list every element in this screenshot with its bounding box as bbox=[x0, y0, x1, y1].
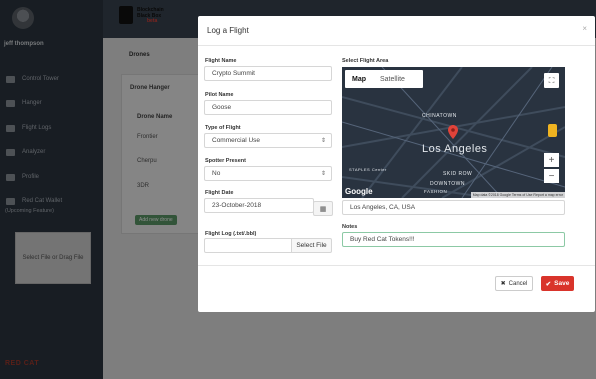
google-logo: Google bbox=[345, 187, 373, 196]
pilot-name-input[interactable]: Goose bbox=[204, 100, 332, 115]
select-caret-icon: ⇕ bbox=[320, 171, 326, 177]
select-caret-icon: ⇕ bbox=[320, 138, 326, 144]
fullscreen-icon[interactable]: ⛶ bbox=[544, 73, 559, 88]
save-button[interactable]: ✔ Save bbox=[541, 276, 574, 291]
notes-label: Notes bbox=[342, 224, 358, 230]
map-label-city: Los Angeles bbox=[422, 143, 488, 155]
flight-date-label: Flight Date bbox=[205, 190, 234, 196]
map-pin-icon[interactable] bbox=[448, 125, 458, 139]
map-label-skid-row: SKID ROW bbox=[443, 171, 473, 177]
zoom-out-button[interactable]: − bbox=[544, 169, 559, 183]
flight-name-input[interactable]: Crypto Summit bbox=[204, 66, 332, 81]
flight-log-input[interactable] bbox=[204, 238, 292, 253]
flight-area-map[interactable]: Map Satellite ⛶ + − CHINATOWN Los Angele… bbox=[342, 67, 565, 198]
tab-satellite[interactable]: Satellite bbox=[373, 70, 412, 88]
pilot-name-label: Pilot Name bbox=[205, 92, 234, 98]
close-icon: ✖ bbox=[500, 281, 506, 287]
save-label: Save bbox=[554, 280, 570, 287]
modal-title: Log a Flight bbox=[207, 26, 249, 35]
flight-type-select[interactable]: Commercial Use ⇕ bbox=[204, 133, 332, 148]
calendar-icon[interactable]: ▦ bbox=[313, 201, 333, 216]
flight-date-input[interactable]: 23-October-2018 bbox=[204, 198, 314, 213]
tab-map[interactable]: Map bbox=[345, 70, 373, 88]
check-icon: ✔ bbox=[545, 280, 552, 288]
flight-area-label: Select Flight Area bbox=[342, 58, 389, 64]
cancel-button[interactable]: ✖ Cancel bbox=[495, 276, 533, 291]
location-input[interactable]: Los Angeles, CA, USA bbox=[342, 200, 565, 215]
zoom-in-button[interactable]: + bbox=[544, 153, 559, 167]
flight-name-label: Flight Name bbox=[205, 58, 237, 64]
cancel-label: Cancel bbox=[508, 280, 528, 287]
map-type-tabs: Map Satellite bbox=[345, 70, 423, 88]
map-attribution[interactable]: Map data ©2018 Google Terms of Use Repor… bbox=[470, 192, 565, 198]
flight-type-label: Type of Flight bbox=[205, 125, 241, 131]
select-file-button[interactable]: Select File bbox=[292, 238, 332, 253]
log-flight-modal: Log a Flight × Flight Name Crypto Summit… bbox=[198, 16, 595, 312]
divider bbox=[198, 265, 595, 266]
map-label-staples: STAPLES Center bbox=[349, 167, 387, 172]
spotter-value: No bbox=[212, 170, 221, 177]
close-icon[interactable]: × bbox=[582, 24, 587, 33]
spotter-select[interactable]: No ⇕ bbox=[204, 166, 332, 181]
notes-input[interactable]: Buy Red Cat Tokens!!! bbox=[342, 232, 565, 247]
street-view-icon[interactable] bbox=[548, 124, 557, 137]
map-label-downtown: DOWNTOWN bbox=[430, 181, 466, 187]
flight-log-label: Flight Log (.txt/.bbl) bbox=[205, 231, 257, 237]
map-label-chinatown: CHINATOWN bbox=[422, 113, 457, 119]
map-label-fashion: FASHION bbox=[424, 189, 448, 194]
flight-type-value: Commercial Use bbox=[212, 137, 261, 144]
spotter-label: Spotter Present bbox=[205, 158, 246, 164]
divider bbox=[198, 45, 595, 46]
